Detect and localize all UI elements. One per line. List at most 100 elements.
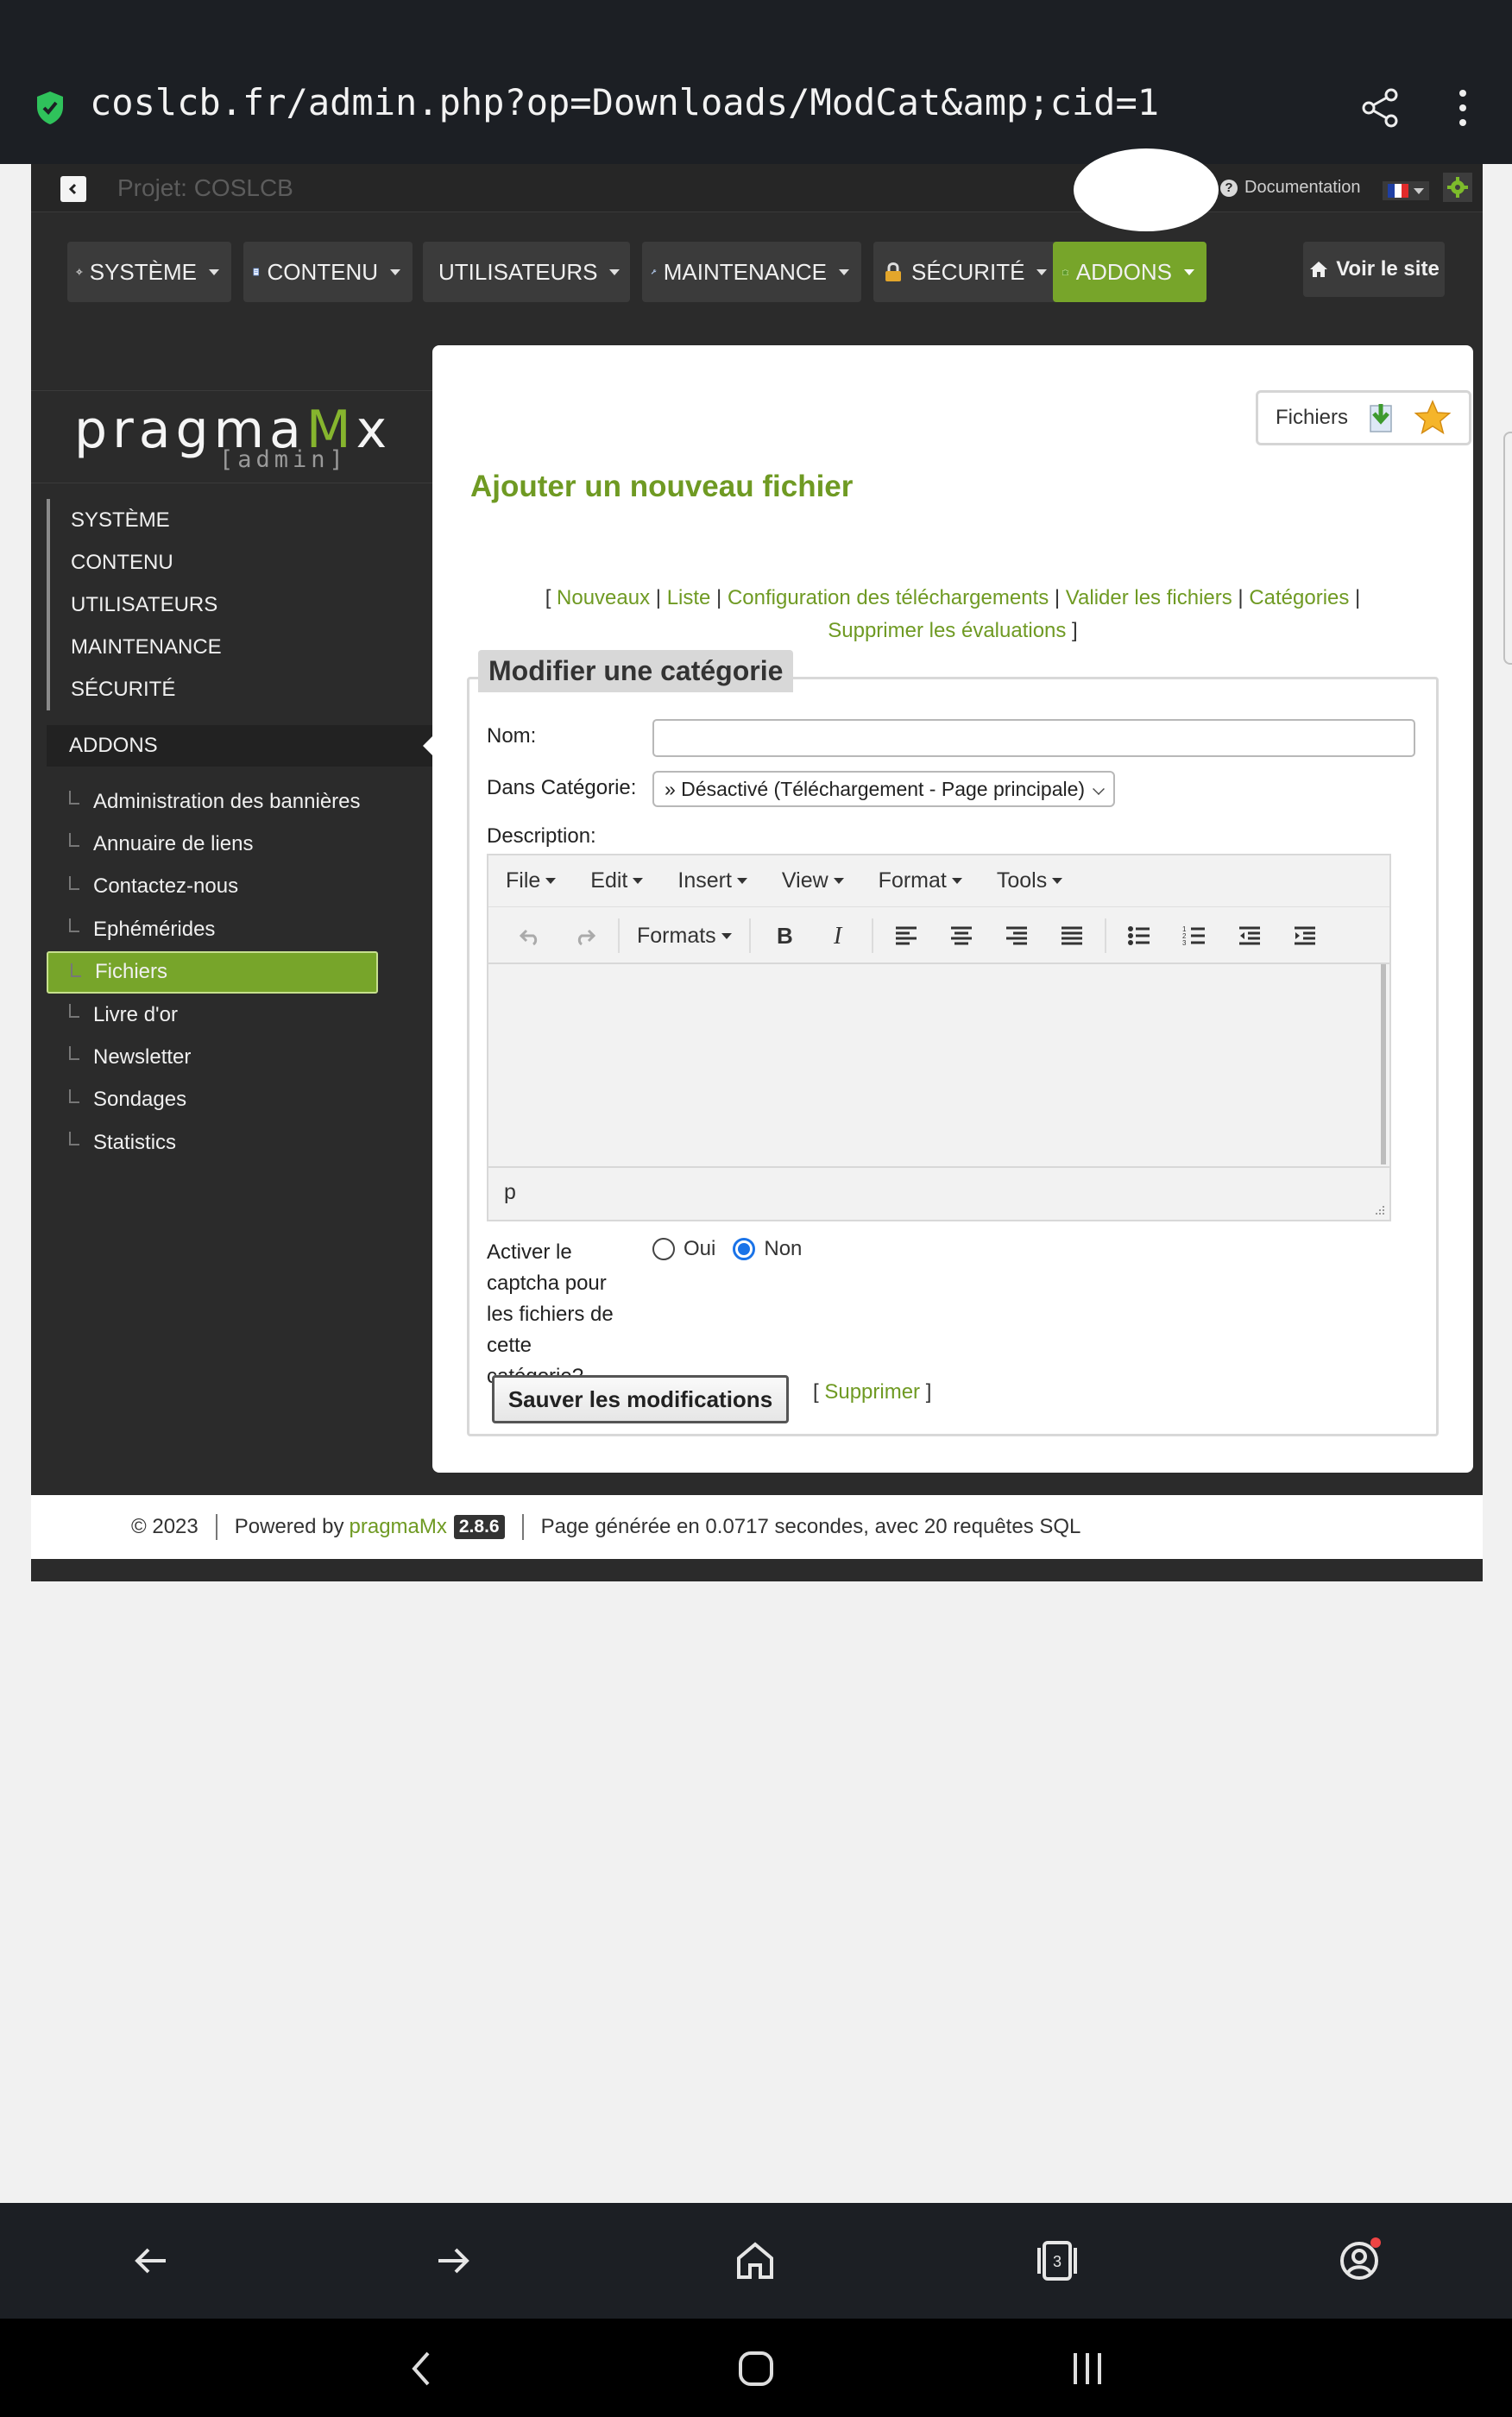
categorie-select[interactable]: » Désactivé (Téléchargement - Page princ… [652,771,1115,807]
sidebar-item-statistics[interactable]: Statistics [47,1121,426,1164]
nom-label: Nom: [487,724,537,748]
nav-contenu[interactable]: CONTENU [243,242,413,302]
language-selector[interactable] [1383,181,1429,200]
resize-handle-icon[interactable] [1372,1202,1386,1216]
link-nouveaux[interactable]: Nouveaux [557,586,650,609]
link-configuration[interactable]: Configuration des téléchargements [728,586,1049,609]
tabs-icon[interactable]: 3 [1032,2236,1082,2286]
nav-maintenance-label: MAINTENANCE [663,258,827,285]
nav-systeme[interactable]: SYSTÈME [67,242,231,302]
editor-menu-insert[interactable]: Insert [677,868,747,893]
link-liste[interactable]: Liste [667,586,711,609]
delete-link[interactable]: Supprimer [824,1380,920,1404]
documentation-link[interactable]: ? Documentation [1220,178,1361,198]
redo-icon[interactable] [558,915,613,956]
voir-le-site-label: Voir le site [1336,257,1440,281]
numbered-list-icon[interactable]: 123 [1167,915,1222,956]
nav-maintenance[interactable]: MAINTENANCE [642,242,861,302]
sidebar-item-livre-dor[interactable]: Livre d'or [47,994,426,1036]
sidebar-item-newsletter[interactable]: Newsletter [47,1036,426,1078]
indent-icon[interactable] [1277,915,1332,956]
svg-text:3: 3 [1182,939,1187,946]
sidebar-item-bannieres[interactable]: Administration des bannières [47,780,426,823]
system-home-icon[interactable] [732,2344,780,2393]
captcha-oui-radio[interactable] [652,1238,675,1260]
home-icon[interactable] [730,2236,780,2286]
link-categories[interactable]: Catégories [1249,586,1349,609]
align-right-icon[interactable] [989,915,1044,956]
sidebar-item-maintenance[interactable]: MAINTENANCE [50,626,426,668]
link-supprimer-evaluations[interactable]: Supprimer les évaluations [828,619,1066,642]
outdent-icon[interactable] [1222,915,1277,956]
forward-arrow-icon[interactable] [428,2236,478,2286]
sidebar-item-fichiers[interactable]: Fichiers [47,950,378,994]
browser-bottom-nav: 3 [0,2203,1512,2319]
collapse-sidebar-button[interactable] [60,176,86,202]
voir-le-site-button[interactable]: Voir le site [1303,242,1445,297]
svg-text:3: 3 [1053,2253,1062,2270]
back-arrow-icon[interactable] [126,2236,176,2286]
editor-menu-view[interactable]: View [782,868,844,893]
link-valider[interactable]: Valider les fichiers [1066,586,1232,609]
sub-label: Statistics [93,1130,177,1154]
align-justify-icon[interactable] [1044,915,1099,956]
sidebar-item-annuaire[interactable]: Annuaire de liens [47,823,426,865]
page-edge-tab [1503,432,1512,665]
star-icon[interactable] [1414,400,1452,436]
nav-utilisateurs[interactable]: UTILISATEURS [423,242,630,302]
document-icon [253,268,259,276]
edit-category-fieldset: Modifier une catégorie Nom: Dans Catégor… [467,650,1439,1436]
nav-addons[interactable]: ADDONS [1053,242,1206,302]
delete-link-wrapper: [ Supprimer ] [813,1380,932,1404]
chevron-left-icon [68,183,77,195]
sidebar-item-systeme[interactable]: SYSTÈME [50,499,426,541]
bold-icon[interactable]: B [756,915,811,956]
gear-icon [76,268,83,275]
module-badge[interactable]: Fichiers [1256,390,1471,445]
editor-menu-file[interactable]: File [506,868,557,893]
sidebar-item-addons[interactable]: ADDONS [47,725,435,767]
nav-securite[interactable]: SÉCURITÉ [873,242,1068,302]
italic-icon[interactable]: I [811,915,866,956]
align-center-icon[interactable] [934,915,989,956]
sidebar-addons-list: Administration des bannières Annuaire de… [47,780,426,1164]
editor-scrollbar[interactable] [1381,964,1386,1164]
help-icon: ? [1220,179,1238,197]
editor-content-area[interactable] [488,964,1389,1168]
sidebar-item-sondages[interactable]: Sondages [47,1079,426,1121]
editor-menu-edit[interactable]: Edit [590,868,644,893]
share-icon[interactable] [1358,86,1402,129]
system-recents-icon[interactable] [1063,2344,1112,2393]
footer-generated: Page générée en 0.0717 secondes, avec 20… [540,1515,1081,1538]
editor-menu-tools[interactable]: Tools [997,868,1063,893]
sidebar-item-contact[interactable]: Contactez-nous [47,866,426,908]
editor-menu-format[interactable]: Format [879,868,962,893]
nom-input[interactable] [652,719,1415,757]
menu-label: View [781,868,828,893]
align-left-icon[interactable] [879,915,934,956]
captcha-non-radio[interactable] [733,1238,756,1260]
sidebar-item-utilisateurs[interactable]: UTILISATEURS [50,584,426,626]
undo-icon[interactable] [502,915,558,956]
sidebar-addons-label: ADDONS [69,734,158,757]
formats-dropdown[interactable]: Formats [625,924,744,949]
account-icon[interactable] [1334,2236,1384,2286]
bullet-list-icon[interactable] [1112,915,1167,956]
save-button[interactable]: Sauver les modifications [492,1375,789,1423]
settings-gear-icon[interactable] [1443,173,1472,202]
sidebar-item-securite[interactable]: SÉCURITÉ [50,668,426,710]
logo-part-x: x [356,400,393,460]
project-name: Projet: COSLCB [117,174,293,201]
footer-brand-link[interactable]: pragmaMx [350,1515,447,1539]
toolbar-divider [748,918,751,953]
sidebar-item-contenu[interactable]: CONTENU [50,541,426,584]
url-text[interactable]: coslcb.fr/admin.php?op=Downloads/ModCat&… [90,81,1159,123]
svg-text:B: B [777,925,792,947]
french-flag-icon [1388,184,1408,198]
system-back-icon[interactable] [399,2344,447,2393]
sub-label: Ephémérides [93,917,216,941]
more-vert-icon[interactable] [1450,86,1476,129]
sidebar-item-ephemerides[interactable]: Ephémérides [47,908,426,950]
captcha-non-label: Non [764,1237,803,1260]
footer-powered: Powered by [234,1515,344,1538]
